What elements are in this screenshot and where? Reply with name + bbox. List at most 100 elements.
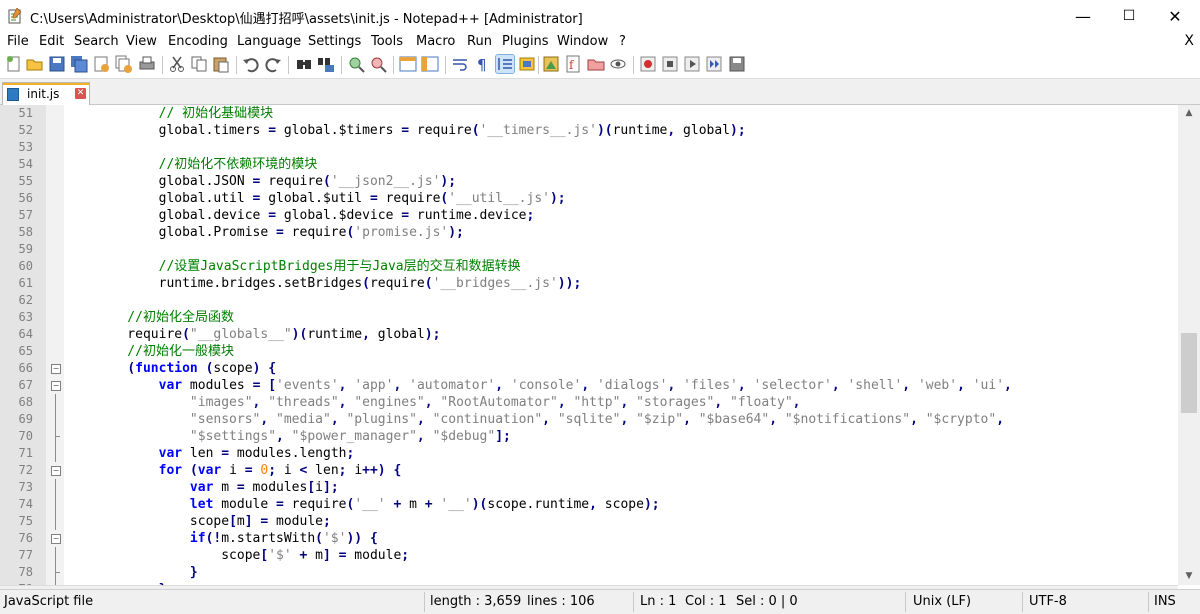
status-eol[interactable]: Unix (LF) — [913, 594, 971, 609]
menu-search[interactable]: Search — [74, 34, 119, 49]
code-line[interactable]: 74 let module = require('__' + m + '__')… — [0, 496, 1178, 513]
menu-macro[interactable]: Macro — [416, 34, 455, 49]
fold-toggle-icon[interactable]: − — [51, 534, 61, 544]
fold-toggle-icon[interactable]: − — [51, 466, 61, 476]
active-tab-indicator — [3, 83, 89, 85]
close-button[interactable]: ✕ — [1152, 0, 1198, 32]
close-all-icon[interactable] — [114, 55, 132, 73]
code-line[interactable]: 73 var m = modules[i]; — [0, 479, 1178, 496]
code-line[interactable]: 53 — [0, 139, 1178, 156]
play-macro-icon[interactable] — [683, 55, 701, 73]
tab-init-js[interactable]: init.js ✕ — [2, 82, 90, 105]
sync-horizontal-icon[interactable] — [421, 55, 439, 73]
user-lang-icon[interactable] — [518, 55, 536, 73]
save-icon[interactable] — [48, 55, 66, 73]
menu-view[interactable]: View — [126, 34, 157, 49]
menu-help[interactable]: ? — [619, 34, 626, 49]
code-line[interactable]: 75 scope[m] = module; — [0, 513, 1178, 530]
replace-icon[interactable] — [317, 55, 335, 73]
folder-workspace-icon[interactable] — [587, 55, 605, 73]
find-icon[interactable] — [295, 55, 313, 73]
status-encoding[interactable]: UTF-8 — [1029, 594, 1067, 609]
minimize-button[interactable]: — — [1060, 0, 1106, 32]
open-file-icon[interactable] — [26, 55, 44, 73]
code-line[interactable]: 59 — [0, 241, 1178, 258]
code-line[interactable]: 67 − var modules = ['events', 'app', 'aut… — [0, 377, 1178, 394]
vertical-scrollbar[interactable]: ▲ ▼ — [1178, 105, 1200, 585]
print-icon[interactable] — [138, 55, 156, 73]
function-list-icon[interactable]: f — [564, 55, 582, 73]
code-line[interactable]: 55 global.JSON = require('__json2__.js')… — [0, 173, 1178, 190]
code-line[interactable]: 60 //设置JavaScriptBridges用于与Java层的交互和数据转换 — [0, 258, 1178, 275]
fold-toggle-icon[interactable]: − — [51, 364, 61, 374]
code-text: global.JSON = require('__json2__.js'); — [96, 174, 457, 189]
scroll-thumb[interactable] — [1181, 333, 1197, 413]
word-wrap-icon[interactable] — [451, 55, 469, 73]
menu-run[interactable]: Run — [467, 34, 492, 49]
redo-icon[interactable] — [264, 55, 282, 73]
menu-bar: File Edit Search View Encoding Language … — [0, 32, 1200, 52]
save-macro-icon[interactable] — [728, 55, 746, 73]
fold-toggle-icon[interactable]: − — [51, 381, 61, 391]
paste-icon[interactable] — [212, 55, 230, 73]
code-line[interactable]: 72 − for (var i = 0; i < len; i++) { — [0, 462, 1178, 479]
menu-edit[interactable]: Edit — [39, 34, 64, 49]
code-line[interactable]: 66 − (function (scope) { — [0, 360, 1178, 377]
code-text: global.timers = global.$timers = require… — [96, 123, 746, 138]
code-line[interactable]: 69 "sensors", "media", "plugins", "conti… — [0, 411, 1178, 428]
menu-window[interactable]: Window — [557, 34, 608, 49]
menu-encoding[interactable]: Encoding — [168, 34, 228, 49]
menu-tools[interactable]: Tools — [371, 34, 403, 49]
tab-bar: init.js ✕ — [0, 79, 1200, 105]
scroll-down-icon[interactable]: ▼ — [1178, 568, 1200, 585]
stop-macro-icon[interactable] — [661, 55, 679, 73]
indent-guide-icon[interactable] — [495, 54, 515, 74]
close-icon[interactable] — [92, 55, 110, 73]
code-line[interactable]: 61 runtime.bridges.setBridges(require('_… — [0, 275, 1178, 292]
maximize-button[interactable]: ☐ — [1106, 0, 1152, 32]
code-line[interactable]: 65 //初始化一般模块 — [0, 343, 1178, 360]
menu-settings[interactable]: Settings — [308, 34, 361, 49]
menu-file[interactable]: File — [7, 34, 29, 49]
status-sel: Sel : 0 | 0 — [736, 594, 798, 609]
code-line[interactable]: 52 global.timers = global.$timers = requ… — [0, 122, 1178, 139]
sync-vertical-icon[interactable] — [399, 55, 417, 73]
code-text: runtime.bridges.setBridges(require('__br… — [96, 276, 582, 291]
code-line[interactable]: 78 } — [0, 564, 1178, 581]
status-bar: JavaScript file length : 3,659 lines : 1… — [0, 589, 1200, 614]
new-file-icon[interactable] — [5, 55, 23, 73]
close-document-button[interactable]: X — [1184, 33, 1194, 49]
show-all-chars-icon[interactable]: ¶ — [473, 55, 491, 74]
code-line[interactable]: 57 global.device = global.$device = runt… — [0, 207, 1178, 224]
copy-icon[interactable] — [190, 55, 208, 73]
code-line[interactable]: 56 global.util = global.$util = require(… — [0, 190, 1178, 207]
tab-close-icon[interactable]: ✕ — [75, 88, 86, 99]
code-line[interactable]: 71 var len = modules.length; — [0, 445, 1178, 462]
code-line[interactable]: 54 //初始化不依赖环境的模块 — [0, 156, 1178, 173]
undo-icon[interactable] — [242, 55, 260, 73]
menu-language[interactable]: Language — [237, 34, 301, 49]
code-line[interactable]: 68 "images", "threads", "engines", "Root… — [0, 394, 1178, 411]
scroll-up-icon[interactable]: ▲ — [1178, 105, 1200, 122]
code-line[interactable]: 76 − if(!m.startsWith('$')) { — [0, 530, 1178, 547]
code-line[interactable]: 58 global.Promise = require('promise.js'… — [0, 224, 1178, 241]
line-number: 70 — [18, 429, 33, 443]
menu-plugins[interactable]: Plugins — [502, 34, 549, 49]
code-line[interactable]: 51 // 初始化基础模块 — [0, 105, 1178, 122]
run-macro-multiple-icon[interactable] — [705, 55, 723, 73]
code-line[interactable]: 70 "$settings", "$power_manager", "$debu… — [0, 428, 1178, 445]
line-number: 75 — [18, 514, 33, 528]
save-all-icon[interactable] — [70, 55, 88, 73]
cut-icon[interactable] — [168, 55, 186, 73]
record-macro-icon[interactable] — [639, 55, 657, 73]
zoom-out-icon[interactable] — [369, 55, 387, 73]
code-line[interactable]: 63 //初始化全局函数 — [0, 309, 1178, 326]
zoom-in-icon[interactable] — [347, 55, 365, 73]
code-line[interactable]: 64 require("__globals__")(runtime, globa… — [0, 326, 1178, 343]
editor[interactable]: 51 // 初始化基础模块 52 global.timers = global.$… — [0, 105, 1200, 585]
code-line[interactable]: 77 scope['$' + m] = module; — [0, 547, 1178, 564]
code-text: //初始化一般模块 — [96, 344, 234, 359]
monitoring-icon[interactable] — [609, 55, 627, 73]
doc-map-icon[interactable] — [542, 55, 560, 73]
code-line[interactable]: 62 — [0, 292, 1178, 309]
